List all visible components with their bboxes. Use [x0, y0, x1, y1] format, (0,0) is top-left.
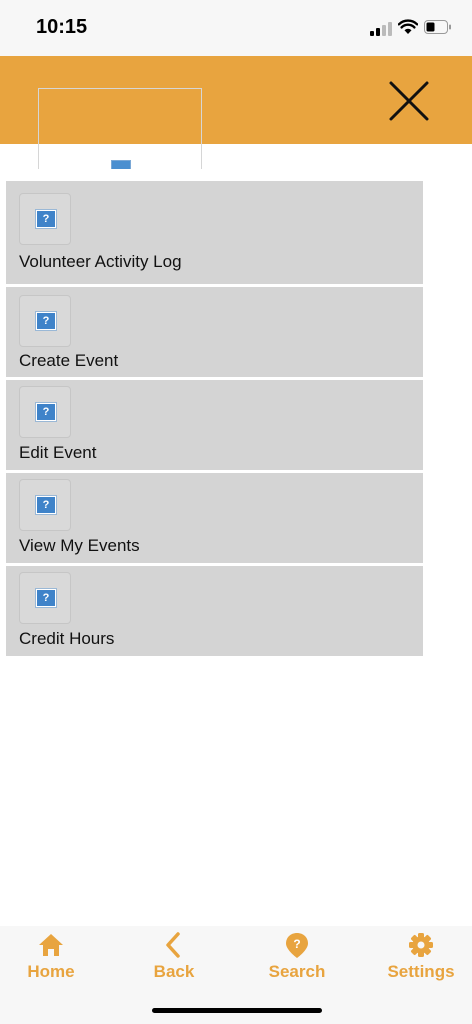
broken-image-icon — [111, 160, 131, 169]
tab-search[interactable]: ? Search — [247, 932, 347, 992]
tab-label: Home — [27, 962, 75, 981]
tab-home[interactable]: Home — [1, 932, 101, 992]
menu-icon-box: ? — [19, 386, 71, 438]
status-time: 10:15 — [36, 16, 88, 38]
menu-item-label: Volunteer Activity Log — [19, 252, 182, 271]
svg-text:?: ? — [293, 937, 300, 951]
signal-icon — [370, 22, 392, 36]
menu-icon-box: ? — [19, 193, 71, 245]
menu-icon-box: ? — [19, 295, 71, 347]
home-icon — [39, 934, 63, 956]
status-bar: 10:15 — [0, 0, 472, 56]
tab-label: Back — [153, 962, 195, 981]
menu-item-view-my-events[interactable]: ? View My Events — [6, 473, 423, 563]
menu-item-create-event[interactable]: ? Create Event — [6, 287, 423, 377]
menu-item-volunteer-activity-log[interactable]: ? Volunteer Activity Log — [6, 181, 423, 284]
tab-label: Search — [268, 962, 326, 981]
logo-image — [38, 88, 202, 169]
menu-icon-box: ? — [19, 479, 71, 531]
gear-icon — [409, 933, 433, 957]
close-icon[interactable] — [386, 78, 432, 124]
battery-icon — [424, 20, 451, 34]
menu-item-label: View My Events — [19, 536, 140, 555]
tab-back[interactable]: Back — [124, 932, 224, 992]
menu-item-edit-event[interactable]: ? Edit Event — [6, 380, 423, 470]
broken-image-icon: ? — [36, 210, 56, 228]
menu-icon-box: ? — [19, 572, 71, 624]
broken-image-icon: ? — [36, 403, 56, 421]
side-menu: ? Volunteer Activity Log ? Create Event … — [6, 181, 423, 659]
wifi-icon — [398, 19, 418, 34]
menu-item-credit-hours[interactable]: ? Credit Hours — [6, 566, 423, 656]
broken-image-icon: ? — [36, 589, 56, 607]
menu-item-label: Credit Hours — [19, 629, 115, 648]
menu-item-label: Create Event — [19, 351, 119, 370]
menu-item-label: Edit Event — [19, 443, 97, 462]
location-help-icon: ? — [286, 933, 308, 958]
broken-image-icon: ? — [36, 312, 56, 330]
tab-settings[interactable]: Settings — [371, 932, 471, 992]
broken-image-icon: ? — [36, 496, 56, 514]
chevron-left-icon — [166, 932, 180, 958]
tab-label: Settings — [387, 962, 455, 981]
home-indicator — [152, 1008, 322, 1013]
